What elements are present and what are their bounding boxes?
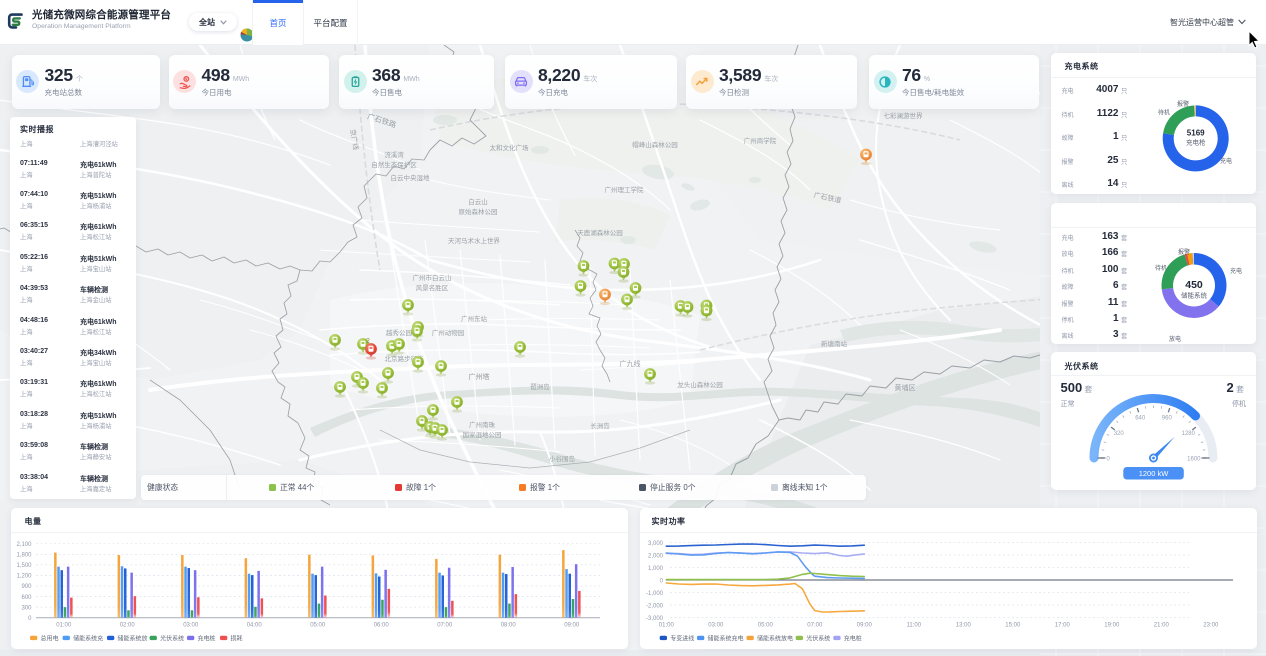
svg-text:-3,000: -3,000 (646, 616, 664, 622)
svg-text:07:00: 07:00 (437, 623, 453, 629)
svg-text:03:00: 03:00 (708, 623, 724, 629)
svg-text:专变进线: 专变进线 (670, 634, 694, 642)
svg-text:05:00: 05:00 (310, 623, 326, 629)
svg-text:08:00: 08:00 (501, 623, 517, 629)
svg-text:1,200: 1,200 (16, 574, 32, 580)
svg-text:19:00: 19:00 (1104, 623, 1120, 629)
svg-text:23:00: 23:00 (1203, 623, 1219, 629)
svg-text:1,800: 1,800 (16, 553, 32, 559)
svg-text:1,000: 1,000 (648, 566, 664, 572)
svg-text:-1,000: -1,000 (646, 591, 664, 597)
svg-text:总用电: 总用电 (41, 634, 59, 642)
svg-text:11:00: 11:00 (907, 623, 922, 629)
svg-text:09:00: 09:00 (564, 623, 580, 629)
svg-text:01:00: 01:00 (659, 623, 675, 629)
svg-text:05:00: 05:00 (758, 623, 774, 629)
svg-text:储能系统放电: 储能系统放电 (757, 634, 793, 642)
svg-text:光伏系统: 光伏系统 (160, 634, 184, 642)
svg-text:17:00: 17:00 (1055, 623, 1071, 629)
svg-text:3,000: 3,000 (648, 541, 664, 547)
svg-text:损耗: 损耗 (231, 634, 243, 642)
svg-text:充电桩: 充电桩 (844, 634, 862, 642)
svg-text:储能系统充: 储能系统充 (73, 634, 103, 642)
svg-text:0: 0 (660, 578, 664, 584)
svg-text:01:00: 01:00 (56, 623, 72, 629)
svg-text:2,000: 2,000 (648, 553, 664, 559)
svg-text:09:00: 09:00 (857, 623, 873, 629)
svg-text:15:00: 15:00 (1005, 623, 1021, 629)
svg-text:储能系统充电: 储能系统充电 (708, 634, 744, 642)
svg-text:13:00: 13:00 (956, 623, 972, 629)
svg-text:光伏系统: 光伏系统 (806, 634, 830, 642)
svg-text:储能系统放: 储能系统放 (118, 634, 148, 642)
svg-text:300: 300 (21, 605, 32, 611)
svg-text:04:00: 04:00 (247, 623, 263, 629)
svg-text:03:00: 03:00 (183, 623, 199, 629)
svg-text:900: 900 (21, 584, 32, 590)
svg-text:-2,000: -2,000 (646, 603, 664, 609)
svg-text:07:00: 07:00 (807, 623, 823, 629)
svg-text:06:00: 06:00 (374, 623, 390, 629)
svg-text:02:00: 02:00 (120, 623, 136, 629)
svg-text:21:00: 21:00 (1154, 623, 1170, 629)
svg-text:1,500: 1,500 (16, 563, 32, 569)
svg-text:600: 600 (21, 595, 32, 601)
svg-text:2,100: 2,100 (16, 542, 32, 548)
svg-text:0: 0 (28, 616, 32, 622)
svg-text:充电桩: 充电桩 (198, 634, 216, 642)
